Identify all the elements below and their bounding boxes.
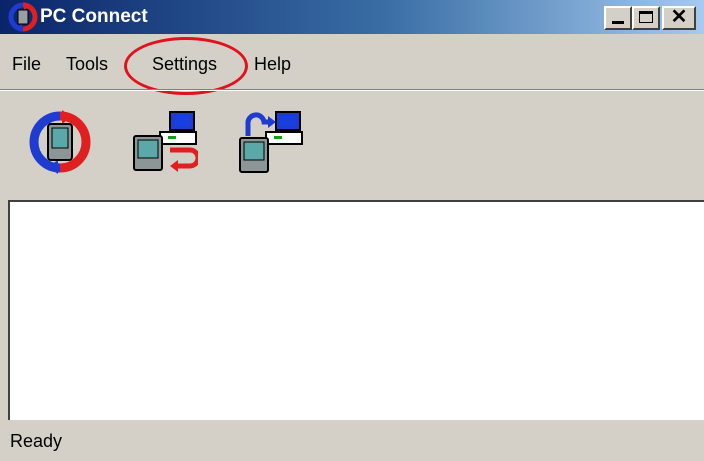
menu-tools[interactable]: Tools <box>66 51 108 77</box>
backup-icon <box>239 111 303 173</box>
restore-button[interactable] <box>130 110 201 174</box>
minimize-button[interactable] <box>604 6 632 30</box>
content-area[interactable] <box>8 200 704 420</box>
close-icon: ✕ <box>670 6 688 28</box>
status-bar: Ready <box>0 420 704 461</box>
menu-settings[interactable]: Settings <box>152 51 217 77</box>
maximize-icon <box>639 11 653 23</box>
toolbar <box>0 92 704 200</box>
sync-icon <box>29 110 91 174</box>
title-bar[interactable]: PC Connect ✕ <box>0 0 704 34</box>
maximize-button[interactable] <box>632 6 660 30</box>
menu-help[interactable]: Help <box>254 51 291 77</box>
app-window: PC Connect ✕ File Tools Settings Help Re… <box>0 0 704 461</box>
menu-separator <box>0 89 704 91</box>
app-sync-icon <box>8 2 38 32</box>
sync-button[interactable] <box>26 110 94 174</box>
menu-file[interactable]: File <box>12 51 41 77</box>
status-text: Ready <box>10 431 63 451</box>
menu-bar: File Tools Settings Help <box>0 45 704 89</box>
minimize-icon <box>612 21 624 24</box>
restore-icon <box>133 111 201 172</box>
backup-button[interactable] <box>236 110 304 174</box>
window-title: PC Connect <box>40 6 148 27</box>
close-button[interactable]: ✕ <box>662 6 696 30</box>
